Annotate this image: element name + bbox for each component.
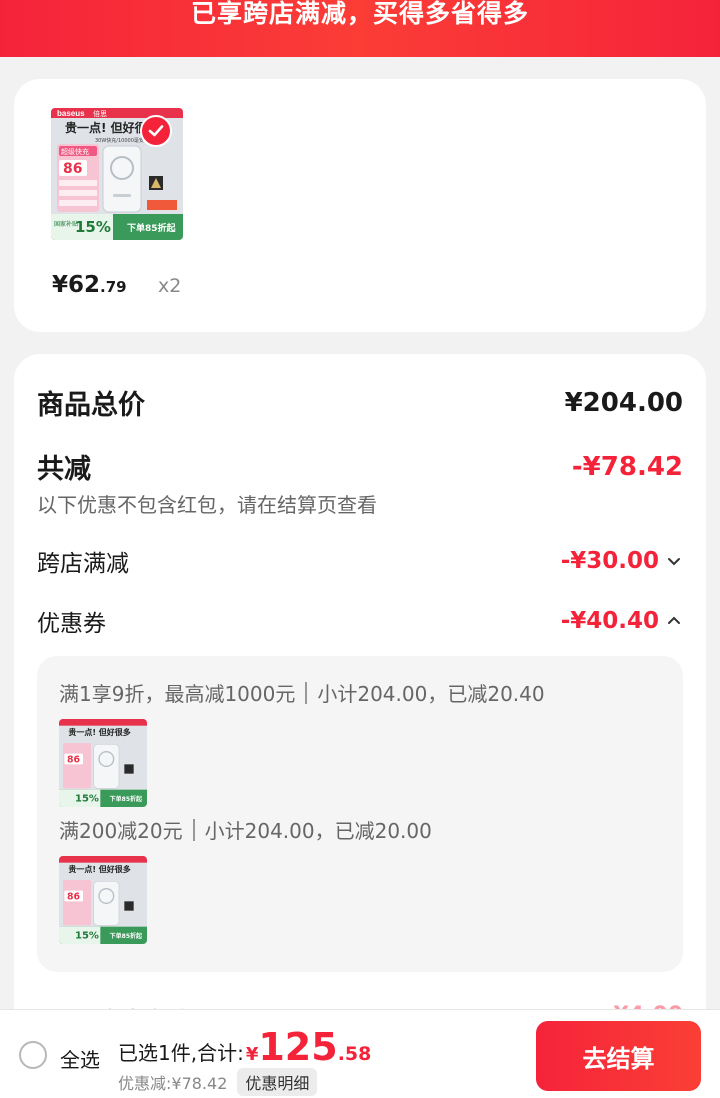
checkout-button[interactable]: 去结算	[536, 1021, 701, 1091]
cross-store-value: -¥30.00	[560, 548, 659, 574]
divider	[305, 681, 308, 704]
total-value: ¥204.00	[564, 387, 683, 418]
reduce-value: -¥78.42	[571, 451, 683, 482]
thumb-headline: 贵一点! 但好很多	[68, 727, 130, 737]
coupon-rule-1-thumbnail: 86 贵一点! 但好很多 15% 下单85折起	[59, 719, 147, 807]
thumb-headline: 贵一点! 但好很多	[68, 864, 130, 874]
coupon-rule-2-detail: 小计204.00，已减20.00	[204, 819, 432, 843]
coupon-rule-1-detail: 小计204.00，已减20.40	[317, 682, 545, 706]
discount-line: 优惠减:¥78.42 优惠明细	[118, 1068, 318, 1096]
sum-label: 已选1件,合计:	[118, 1041, 244, 1065]
price-summary-card: 商品总价 ¥204.00 共减 -¥78.42 以下优惠不包含红包，请在结算页查…	[14, 354, 706, 1054]
promo-banner-text: 已享跨店满减，买得多省得多	[190, 0, 529, 28]
coupon-row[interactable]: 优惠券 -¥40.40	[37, 604, 683, 638]
thumb-discount: 下单85折起	[110, 795, 143, 803]
chevron-down-icon	[668, 558, 680, 566]
thumb-subsidy-pct: 15%	[75, 794, 99, 805]
thumb-brand: baseus	[57, 109, 85, 118]
select-all-radio[interactable]	[19, 1041, 47, 1069]
thumb-subsidy-pct: 15%	[75, 218, 111, 236]
product-image: 86 贵一点! 但好很多 15% 下单85折起	[59, 719, 147, 807]
coupon-rule-2: 满200减20元 小计204.00，已减20.00	[59, 815, 432, 844]
thumb-tag-num: 86	[63, 161, 82, 177]
discount-note: 以下优惠不包含红包，请在结算页查看	[37, 493, 377, 517]
product-price-int: ¥62	[52, 272, 101, 298]
discount-text: 优惠减:¥78.42	[118, 1074, 228, 1093]
coupon-value: -¥40.40	[560, 608, 659, 634]
product-price: ¥62.79	[52, 272, 127, 298]
total-sum: 已选1件,合计: ¥ 125 .58	[118, 1028, 371, 1066]
thumb-tag-num: 86	[67, 891, 80, 902]
chevron-up-icon	[668, 616, 680, 624]
discount-detail-button[interactable]: 优惠明细	[237, 1068, 318, 1096]
coupon-rule-1: 满1享9折，最高减1000元 小计204.00，已减20.40	[59, 678, 545, 707]
thumb-brand-cn: 倍思	[93, 109, 107, 118]
cross-store-row[interactable]: 跨店满减 -¥30.00	[37, 544, 683, 578]
thumb-tag-num: 86	[67, 754, 80, 765]
total-label: 商品总价	[37, 390, 145, 421]
coupon-rule-2-thumbnail: 86 贵一点! 但好很多 15% 下单85折起	[59, 856, 147, 944]
coupon-rule-2-text: 满200减20元	[59, 819, 183, 843]
reduce-row: 共减 -¥78.42	[37, 447, 683, 486]
thumb-tag-top: 超级快充	[61, 147, 89, 156]
selected-check-icon[interactable]	[140, 115, 172, 147]
total-row: 商品总价 ¥204.00	[37, 383, 683, 422]
cross-store-label: 跨店满减	[37, 551, 129, 577]
select-all-label[interactable]: 全选	[60, 1044, 100, 1073]
coupon-label: 优惠券	[37, 611, 106, 637]
divider	[192, 818, 195, 841]
thumb-sub: 30W快充/10000毫安	[95, 137, 144, 144]
product-price-dec: .79	[100, 278, 127, 296]
promo-banner: 已享跨店满减，买得多省得多	[0, 0, 720, 57]
sum-decimal: .58	[337, 1043, 372, 1065]
sum-currency: ¥	[245, 1044, 259, 1065]
sum-integer: 125	[258, 1025, 338, 1069]
coupon-rule-1-text: 满1享9折，最高减1000元	[59, 682, 296, 706]
coupon-detail-panel: 满1享9折，最高减1000元 小计204.00，已减20.40 86 贵一点! …	[37, 656, 683, 972]
thumb-discount: 下单85折起	[127, 222, 177, 234]
thumb-discount: 下单85折起	[110, 932, 143, 940]
thumb-subsidy-pct: 15%	[75, 931, 99, 942]
product-card: baseus 倍思 贵一点! 但好很多 30W快充/10000毫安 超级快充 8…	[14, 79, 706, 332]
product-image: 86 贵一点! 但好很多 15% 下单85折起	[59, 856, 147, 944]
reduce-label: 共减	[37, 454, 91, 485]
checkout-bar: 全选 已选1件,合计: ¥ 125 .58 优惠减:¥78.42 优惠明细 去结…	[0, 1010, 720, 1098]
product-quantity: x2	[158, 275, 182, 297]
